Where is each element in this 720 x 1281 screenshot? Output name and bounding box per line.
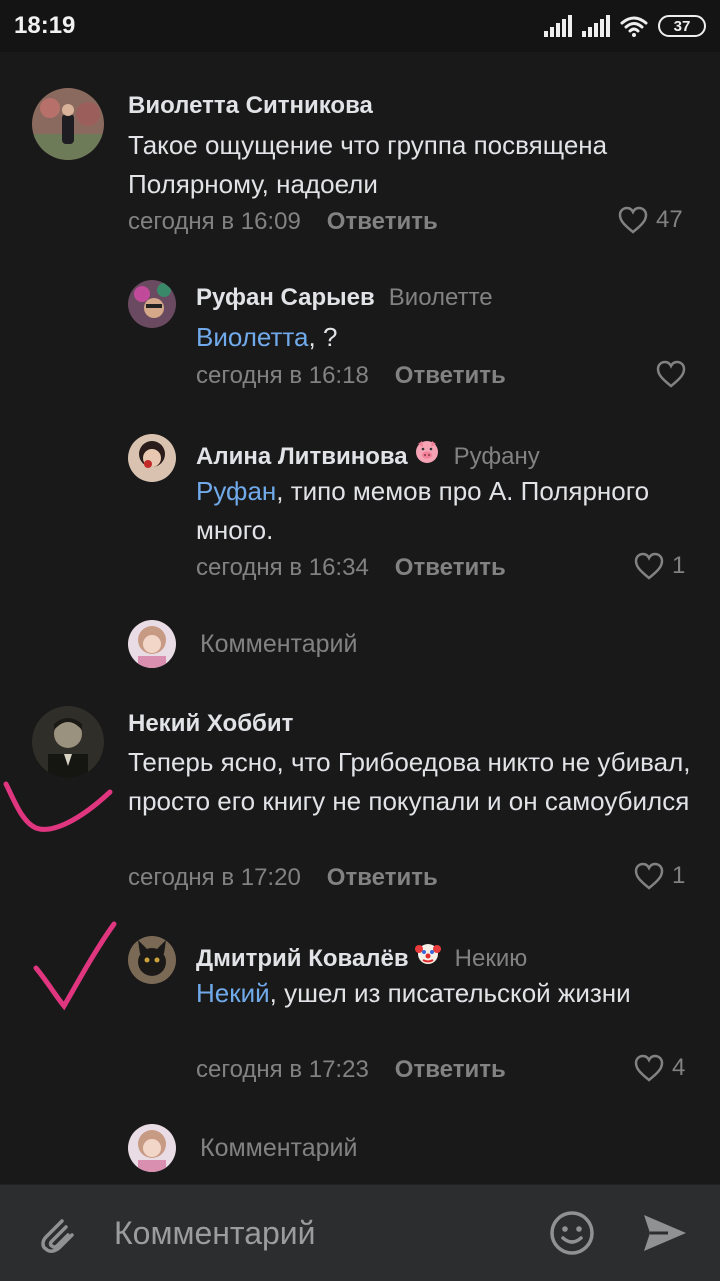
reply-button[interactable]: Ответить	[395, 1056, 506, 1084]
thread-reply-placeholder: Комментарий	[200, 629, 358, 658]
comment-text-body: , ?	[308, 322, 338, 352]
comment-author[interactable]: Алина Литвинова	[196, 443, 408, 471]
reply-button[interactable]: Ответить	[327, 864, 438, 892]
heart-icon	[634, 862, 664, 890]
like-button[interactable]: 47	[618, 206, 683, 234]
like-button[interactable]: 1	[634, 552, 685, 580]
battery-indicator: 37	[658, 15, 706, 37]
reply-to[interactable]: Виолетте	[389, 284, 493, 312]
comment-text: Такое ощущение что группа посвящена Поля…	[128, 130, 608, 199]
thread-reply-placeholder: Комментарий	[200, 1133, 358, 1162]
signal-icon	[544, 15, 572, 37]
comment-header: Дмитрий Ковалёв Некию	[196, 940, 527, 973]
reply-button[interactable]: Ответить	[395, 554, 506, 582]
comment-meta: сегодня в 16:34 Ответить	[196, 554, 506, 582]
avatar[interactable]	[128, 434, 176, 482]
comment-meta: сегодня в 17:23 Ответить	[196, 1056, 506, 1084]
comment-time: сегодня в 16:34	[196, 554, 369, 581]
reply-to[interactable]: Некию	[455, 945, 528, 973]
comment-text: Виолетта, ?	[196, 318, 696, 357]
mention-link[interactable]: Некий	[196, 978, 270, 1008]
thread-reply-field[interactable]: Комментарий	[128, 1124, 357, 1172]
like-count: 47	[656, 206, 683, 233]
send-icon[interactable]	[642, 1211, 688, 1260]
smiley-icon[interactable]	[548, 1209, 596, 1262]
comment-time: сегодня в 17:23	[196, 1056, 369, 1083]
like-button[interactable]	[656, 360, 686, 388]
comment-author[interactable]: Руфан Сарыев	[196, 284, 375, 312]
comment-time: сегодня в 17:20	[128, 864, 301, 891]
comment-header: Руфан Сарыев Виолетте	[196, 284, 493, 312]
comment-time: сегодня в 16:18	[196, 362, 369, 389]
avatar[interactable]	[32, 88, 104, 160]
comment-text: Теперь ясно, что Грибоедова никто не уби…	[128, 747, 691, 816]
avatar[interactable]	[128, 280, 176, 328]
comment-text: Руфан, типо мемов про А. Полярного много…	[196, 472, 676, 550]
like-count: 4	[672, 1054, 686, 1081]
like-count: 1	[672, 862, 686, 889]
comment-meta: сегодня в 16:09 Ответить	[128, 208, 438, 236]
reply-to[interactable]: Руфану	[454, 443, 540, 471]
paperclip-icon[interactable]	[32, 1209, 80, 1262]
comment-composer: Комментарий	[0, 1184, 720, 1281]
comment-input[interactable]: Комментарий	[114, 1215, 316, 1252]
status-icons: 37	[544, 12, 706, 40]
mention-link[interactable]: Руфан	[196, 476, 276, 506]
annotation-checkmark-1	[3, 781, 113, 832]
comment-meta: сегодня в 16:18 Ответить	[196, 362, 506, 390]
heart-icon	[618, 206, 648, 234]
annotation-checkmark-2	[33, 921, 117, 1011]
reply-button[interactable]: Ответить	[327, 208, 438, 236]
avatar[interactable]	[32, 706, 104, 778]
thread-reply-field[interactable]: Комментарий	[128, 620, 357, 668]
like-count: 1	[672, 552, 686, 579]
clown-face-icon	[414, 944, 441, 964]
signal-icon	[582, 15, 610, 37]
heart-icon	[634, 552, 664, 580]
mention-link[interactable]: Виолетта	[196, 322, 309, 352]
comment-author[interactable]: Виолетта Ситникова	[128, 92, 373, 120]
heart-icon	[634, 1054, 664, 1082]
comment-text-body: , ушел из писательской жизни	[269, 978, 631, 1008]
avatar[interactable]	[128, 936, 176, 984]
heart-icon	[656, 360, 686, 388]
reply-button[interactable]: Ответить	[395, 362, 506, 390]
wifi-icon	[620, 15, 648, 37]
comment-author[interactable]: Дмитрий Ковалёв	[196, 945, 409, 973]
status-bar: 18:19 37	[0, 0, 720, 52]
comment-header: Алина Литвинова Руфану	[196, 438, 540, 471]
status-time: 18:19	[14, 12, 76, 39]
comment-time: сегодня в 16:09	[128, 208, 301, 235]
comment-author[interactable]: Некий Хоббит	[128, 710, 293, 738]
comment-meta: сегодня в 17:20 Ответить	[128, 864, 438, 892]
comment-text: Некий, ушел из писательской жизни	[196, 974, 666, 1013]
avatar	[128, 1124, 176, 1172]
like-button[interactable]: 1	[634, 862, 685, 890]
comment-header: Некий Хоббит	[128, 710, 293, 738]
comment-header: Виолетта Ситникова	[128, 92, 373, 120]
avatar	[128, 620, 176, 668]
pig-face-icon	[415, 441, 438, 463]
like-button[interactable]: 4	[634, 1054, 685, 1082]
